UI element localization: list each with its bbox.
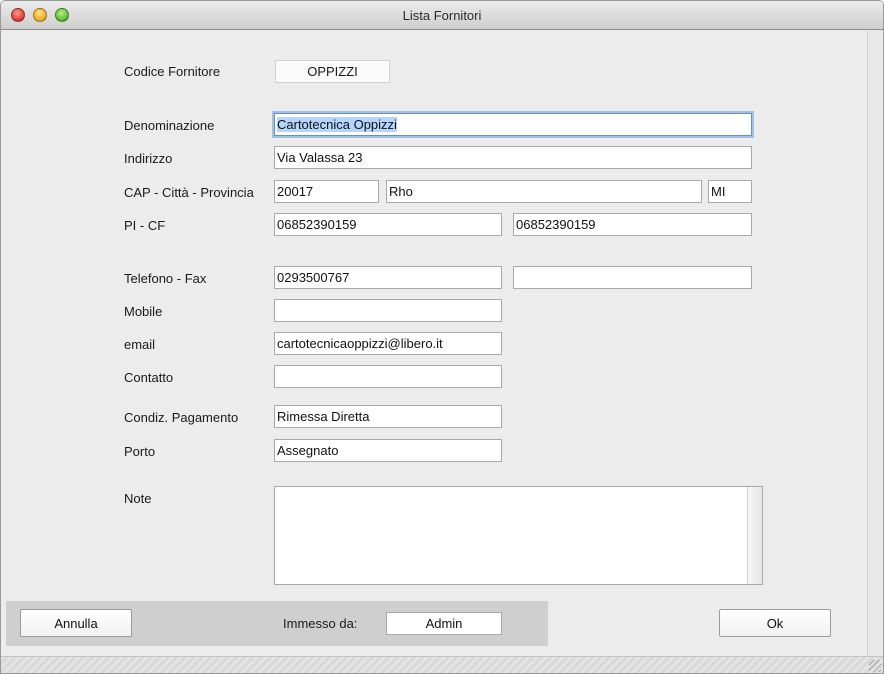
email-label: email: [124, 337, 156, 352]
window-footer: [1, 656, 883, 673]
annulla-button[interactable]: Annulla: [20, 609, 132, 637]
partita-iva-field[interactable]: 06852390159: [274, 213, 502, 236]
codice-fornitore-value: OPPIZZI: [275, 60, 390, 83]
mobile-field[interactable]: [274, 299, 502, 322]
pi-cf-label: PI - CF: [124, 218, 166, 233]
cap-citta-provincia-label: CAP - Città - Provincia: [124, 185, 254, 200]
porto-label: Porto: [124, 444, 156, 459]
ok-button[interactable]: Ok: [719, 609, 831, 637]
window-title: Lista Fornitori: [402, 8, 482, 23]
note-scrollbar[interactable]: [747, 487, 762, 584]
indirizzo-field[interactable]: Via Valassa 23: [274, 146, 752, 169]
contatto-label: Contatto: [124, 370, 174, 385]
right-scrollbar-track[interactable]: [867, 31, 883, 656]
denominazione-field[interactable]: Cartotecnica Oppizzi: [274, 113, 752, 136]
codice-fiscale-field[interactable]: 06852390159: [513, 213, 752, 236]
provincia-field[interactable]: MI: [708, 180, 752, 203]
note-label: Note: [124, 491, 152, 506]
codice-fornitore-label: Codice Fornitore: [124, 64, 221, 79]
porto-field[interactable]: Assegnato: [274, 439, 502, 462]
immesso-da-field: Admin: [386, 612, 502, 635]
citta-field[interactable]: Rho: [386, 180, 702, 203]
fax-field[interactable]: [513, 266, 752, 289]
telefono-field[interactable]: 0293500767: [274, 266, 502, 289]
denominazione-selected-text: Cartotecnica Oppizzi: [277, 117, 397, 132]
condiz-pagamento-field[interactable]: Rimessa Diretta: [274, 405, 502, 428]
note-textarea[interactable]: [274, 486, 763, 585]
mobile-label: Mobile: [124, 304, 163, 319]
resize-grip-icon[interactable]: [869, 660, 881, 672]
cap-field[interactable]: 20017: [274, 180, 379, 203]
condiz-pagamento-label: Condiz. Pagamento: [124, 410, 239, 425]
telefono-fax-label: Telefono - Fax: [124, 271, 207, 286]
immesso-da-label: Immesso da:: [283, 616, 358, 631]
denominazione-label: Denominazione: [124, 118, 215, 133]
contatto-field[interactable]: [274, 365, 502, 388]
email-field[interactable]: cartotecnicaoppizzi@libero.it: [274, 332, 502, 355]
title-bar[interactable]: Lista Fornitori: [1, 1, 883, 30]
window: Lista Fornitori Codice Fornitore OPPIZZI…: [0, 0, 884, 674]
indirizzo-label: Indirizzo: [124, 151, 173, 166]
